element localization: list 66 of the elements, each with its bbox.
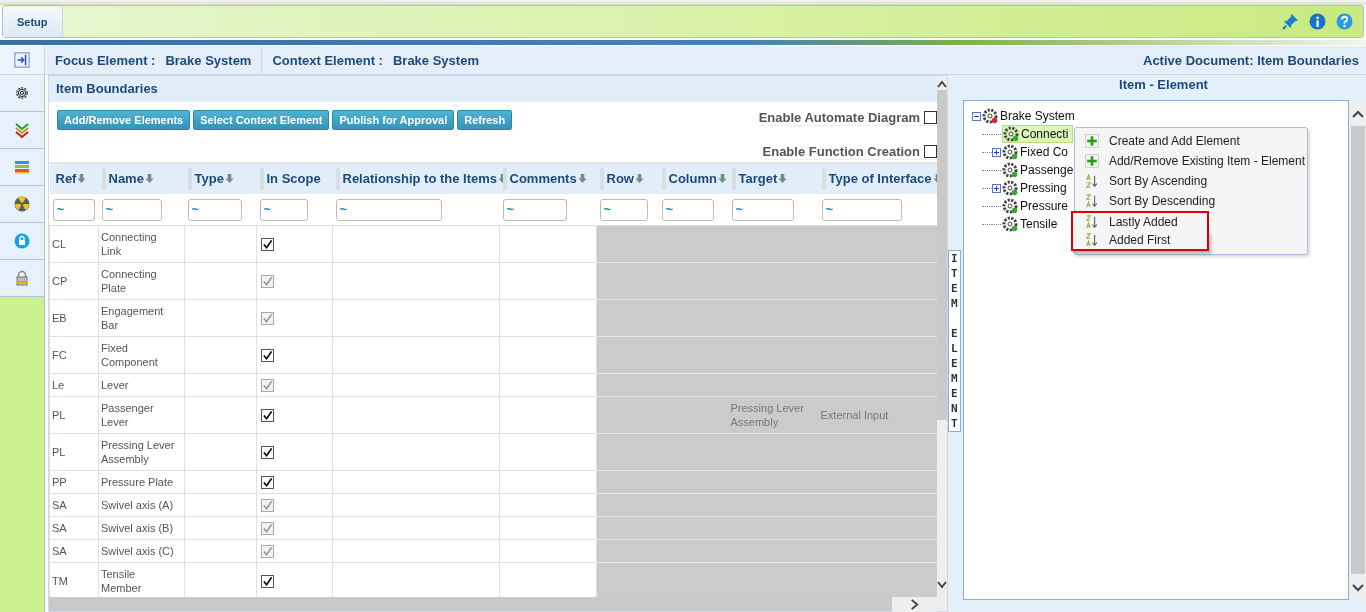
menu-item[interactable]: Added First	[1071, 231, 1209, 251]
column-header[interactable]: Target	[728, 164, 819, 194]
name-cell: Swivel axis (A)	[98, 493, 185, 517]
filter-field[interactable]: ~	[52, 198, 95, 221]
ribbon-tab[interactable]: Setup	[3, 6, 63, 37]
column-header[interactable]: Row	[596, 164, 659, 194]
name-cell: Engagement Bar	[98, 299, 185, 337]
name-cell: Connecting Plate	[98, 262, 185, 300]
name-cell: Pressing Lever Assembly	[98, 433, 185, 471]
column-header[interactable]: Name	[98, 164, 185, 194]
column-header[interactable]: In Scope	[256, 164, 333, 194]
ref-cell: CP	[49, 262, 99, 300]
tree-item[interactable]: Fixed Co	[1002, 144, 1073, 160]
filter-field[interactable]: ~	[335, 198, 442, 221]
name-cell: Fixed Component	[98, 336, 185, 374]
target-cell: Pressing Lever Assembly	[730, 402, 804, 428]
panel-title: Item Boundaries	[49, 76, 937, 102]
column-header[interactable]: Type of Interface	[818, 164, 937, 194]
column-header[interactable]: Column	[658, 164, 729, 194]
menu-item[interactable]: Create and Add Element	[1071, 131, 1307, 151]
ref-cell: CL	[49, 225, 99, 263]
item-element-side-tab[interactable]: ITEM ELEMENT	[948, 250, 961, 432]
tree-item[interactable]: Brake System	[1000, 109, 1075, 123]
tree-item[interactable]: Tensile	[1002, 216, 1062, 232]
name-cell: Pressure Plate	[98, 470, 185, 494]
name-cell: Connecting Link	[98, 225, 185, 263]
menu-item[interactable]: Lastly Added	[1071, 211, 1209, 231]
ref-cell: SA	[49, 493, 99, 517]
ref-cell: Le	[49, 373, 99, 397]
context-element-value: Brake System	[392, 52, 479, 68]
name-cell: Passenger Lever	[98, 396, 185, 434]
tree-item[interactable]: Pressure	[1002, 198, 1073, 214]
tree-item[interactable]: Passenge	[1002, 162, 1078, 178]
filter-field[interactable]: ~	[821, 198, 902, 221]
ref-cell: EB	[49, 299, 99, 337]
ref-cell: FC	[49, 336, 99, 374]
column-header[interactable]: Ref	[49, 164, 99, 194]
ref-cell: PL	[49, 433, 99, 471]
filter-field[interactable]: ~	[599, 198, 648, 221]
filter-field[interactable]: ~	[731, 198, 794, 221]
filter-field[interactable]: ~	[259, 198, 308, 221]
filter-field[interactable]: ~	[661, 198, 714, 221]
filter-field[interactable]: ~	[101, 198, 162, 221]
active-document-label: Active Document: Item Boundaries	[1143, 52, 1359, 68]
menu-item[interactable]: Sort By Descending	[1071, 191, 1307, 211]
interface-type-cell: External Input	[820, 409, 889, 421]
name-cell: Swivel axis (B)	[98, 516, 185, 540]
option-label: Enable Function Creation	[762, 144, 920, 159]
filter-field[interactable]: ~	[502, 198, 567, 221]
context-element-label: Context Element :	[272, 52, 383, 68]
column-header[interactable]: Relationship to the Items	[332, 164, 500, 194]
name-cell: Lever	[98, 373, 185, 397]
ref-cell: PL	[49, 396, 99, 434]
ref-cell: PP	[49, 470, 99, 494]
filter-field[interactable]: ~	[187, 198, 242, 221]
ref-cell: SA	[49, 539, 99, 563]
tree-item[interactable]: Pressing	[1002, 180, 1071, 196]
column-header[interactable]: Type	[184, 164, 257, 194]
focus-element-value: Brake System	[165, 52, 252, 68]
name-cell: Swivel axis (C)	[98, 539, 185, 563]
option-label: Enable Automate Diagram	[758, 110, 920, 125]
panel-title: Item - Element	[1118, 76, 1209, 94]
selected-tree-item[interactable]: Connecti	[1002, 125, 1074, 143]
ref-cell: SA	[49, 516, 99, 540]
focus-element-label: Focus Element :	[55, 52, 156, 68]
column-header[interactable]: Comments	[499, 164, 597, 194]
